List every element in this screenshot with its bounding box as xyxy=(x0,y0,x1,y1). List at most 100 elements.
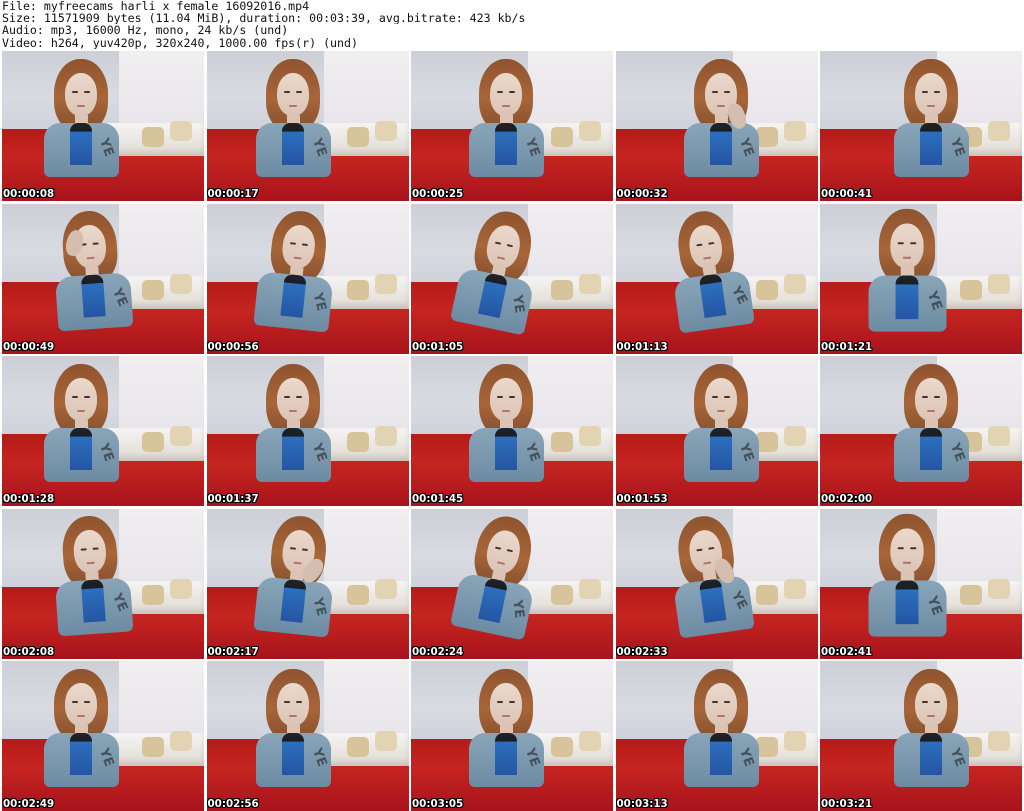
person-left-eye xyxy=(696,243,703,247)
thumbnail-pillow xyxy=(579,731,601,751)
thumbnail-pillow xyxy=(988,426,1010,446)
thumbnail-timestamp: 00:02:17 xyxy=(207,645,259,658)
thumbnail-timestamp: 00:02:49 xyxy=(3,798,55,810)
thumbnail-timestamp: 00:01:28 xyxy=(3,493,55,505)
thumbnail-person-figure: YE xyxy=(54,209,134,332)
thumbnail-person-figure: YE xyxy=(43,363,119,482)
thumbnail-person-figure: YE xyxy=(253,513,334,638)
person-mouth xyxy=(716,104,725,107)
thumbnail-person-figure: YE xyxy=(54,514,134,637)
thumbnail-pillow xyxy=(142,737,164,757)
person-top xyxy=(494,122,517,165)
person-right-eye xyxy=(83,90,90,93)
thumbnail-pillow xyxy=(551,737,573,757)
video-info-line: Video: h264, yuv420p, 320x240, 1000.00 f… xyxy=(2,36,358,49)
thumbnail-person-figure: YE xyxy=(468,668,544,787)
thumbnail-timestamp: 00:00:56 xyxy=(207,340,259,353)
person-mouth xyxy=(902,256,912,259)
thumbnail-timestamp: 00:02:41 xyxy=(821,645,873,658)
thumbnail-timestamp: 00:01:45 xyxy=(412,493,464,505)
jacket-logo: YE xyxy=(508,293,527,315)
person-left-eye xyxy=(284,395,291,398)
video-thumbnail: YE 00:02:17 xyxy=(206,508,409,659)
thumbnail-pillow xyxy=(170,121,192,141)
thumbnail-person-figure: YE xyxy=(43,58,119,177)
person-left-eye xyxy=(71,90,78,93)
person-face xyxy=(489,682,522,726)
person-right-eye xyxy=(934,700,941,703)
person-mouth xyxy=(496,561,506,565)
thumbnail-wall-corner xyxy=(323,51,409,134)
thumbnail-person-figure: YE xyxy=(256,363,332,482)
thumbnail-pillow xyxy=(346,737,369,757)
thumbnail-pillow xyxy=(988,578,1010,599)
thumbnail-person-figure: YE xyxy=(683,363,759,482)
thumbnail-wall-corner xyxy=(323,661,409,744)
thumbnail-pillow xyxy=(783,731,806,751)
thumbnail-pillow xyxy=(755,737,778,757)
person-mouth xyxy=(927,714,936,717)
person-right-eye xyxy=(506,244,513,248)
thumbnail-pillow xyxy=(170,578,192,599)
person-left-eye xyxy=(897,547,904,550)
thumbnail-pillow xyxy=(755,584,778,605)
person-top xyxy=(709,122,732,165)
person-mouth xyxy=(76,409,85,412)
thumbnail-wall-corner xyxy=(323,508,409,591)
person-mouth xyxy=(716,714,725,717)
person-mouth xyxy=(289,409,298,412)
person-mouth xyxy=(293,256,302,260)
person-face xyxy=(489,377,522,421)
video-thumbnail: YE 00:01:21 xyxy=(820,203,1022,354)
file-size-duration-line: Size: 11571909 bytes (11.04 MiB), durati… xyxy=(2,12,526,25)
thumbnail-pillow xyxy=(346,279,369,300)
person-face xyxy=(915,377,948,421)
video-thumbnail: YE 00:03:21 xyxy=(820,661,1022,811)
person-top xyxy=(494,427,517,470)
thumbnail-wall-corner xyxy=(323,356,409,439)
person-top xyxy=(282,732,305,775)
person-right-eye xyxy=(934,90,941,93)
person-right-eye xyxy=(296,700,303,703)
thumbnail-pillow xyxy=(346,584,369,605)
thumbnail-pillow xyxy=(346,432,369,452)
thumbnail-wall-corner xyxy=(119,356,204,439)
thumbnail-pillow xyxy=(374,731,397,751)
person-left-eye xyxy=(284,700,291,703)
thumbnail-person-figure: YE xyxy=(868,208,947,332)
person-left-eye xyxy=(922,90,929,93)
person-mouth xyxy=(501,104,510,107)
person-top xyxy=(920,732,943,775)
person-face xyxy=(704,377,737,421)
thumbnail-person-figure: YE xyxy=(683,668,759,787)
thumbnail-pillow xyxy=(579,273,601,294)
person-top xyxy=(80,579,106,623)
thumbnail-timestamp: 00:02:33 xyxy=(616,645,668,658)
person-face xyxy=(890,528,924,574)
person-mouth xyxy=(289,104,298,107)
video-thumbnail: YE 00:00:56 xyxy=(206,203,409,354)
thumbnail-timestamp: 00:02:08 xyxy=(3,645,55,658)
person-mouth xyxy=(86,256,95,260)
person-left-eye xyxy=(922,395,929,398)
thumbnail-wall-corner xyxy=(119,508,204,591)
person-right-eye xyxy=(909,242,917,245)
video-thumbnail: YE 00:03:13 xyxy=(615,661,818,811)
thumbnail-person-figure: YE xyxy=(468,363,544,482)
video-thumbnail: YE 00:01:28 xyxy=(2,356,204,506)
thumbnail-pillow xyxy=(374,578,397,599)
person-mouth xyxy=(501,409,510,412)
person-mouth xyxy=(703,256,712,260)
person-left-eye xyxy=(711,90,718,93)
video-thumbnail: YE 00:00:49 xyxy=(2,203,204,354)
person-left-eye xyxy=(711,700,718,703)
thumbnail-pillow xyxy=(374,273,397,294)
person-right-eye xyxy=(83,700,90,703)
thumbnail-timestamp: 00:01:21 xyxy=(821,340,873,353)
thumbnail-pillow xyxy=(170,731,192,751)
person-left-eye xyxy=(496,700,503,703)
thumbnail-pillow xyxy=(988,121,1010,141)
video-thumbnail: YE 00:00:41 xyxy=(820,51,1022,201)
video-thumbnail: YE 00:00:25 xyxy=(411,51,613,201)
thumbnail-wall-corner xyxy=(528,203,613,286)
